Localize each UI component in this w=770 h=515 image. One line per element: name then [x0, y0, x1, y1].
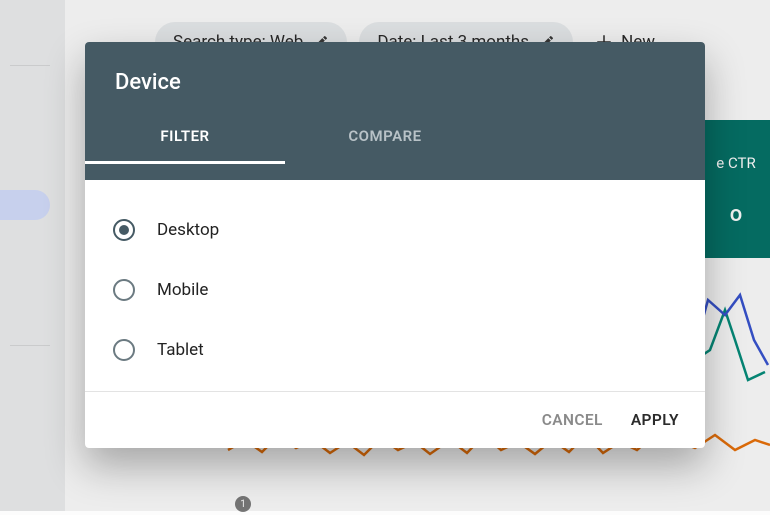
modal-tabs: FILTER COMPARE	[85, 127, 705, 164]
radio-icon	[113, 219, 135, 241]
radio-option-tablet[interactable]: Tablet	[113, 320, 677, 380]
radio-option-desktop[interactable]: Desktop	[113, 200, 677, 260]
tab-filter[interactable]: FILTER	[85, 127, 285, 164]
radio-icon	[113, 339, 135, 361]
tab-compare[interactable]: COMPARE	[285, 127, 485, 164]
cancel-button[interactable]: CANCEL	[542, 411, 603, 429]
radio-label: Tablet	[157, 340, 204, 360]
radio-label: Mobile	[157, 280, 208, 300]
modal-title: Device	[85, 42, 705, 95]
modal-body: Desktop Mobile Tablet	[85, 180, 705, 391]
radio-option-mobile[interactable]: Mobile	[113, 260, 677, 320]
radio-icon	[113, 279, 135, 301]
device-filter-modal: Device FILTER COMPARE Desktop Mobile Tab…	[85, 42, 705, 448]
apply-button[interactable]: APPLY	[631, 411, 679, 429]
modal-header: Device FILTER COMPARE	[85, 42, 705, 180]
modal-footer: CANCEL APPLY	[85, 391, 705, 448]
radio-label: Desktop	[157, 220, 219, 240]
